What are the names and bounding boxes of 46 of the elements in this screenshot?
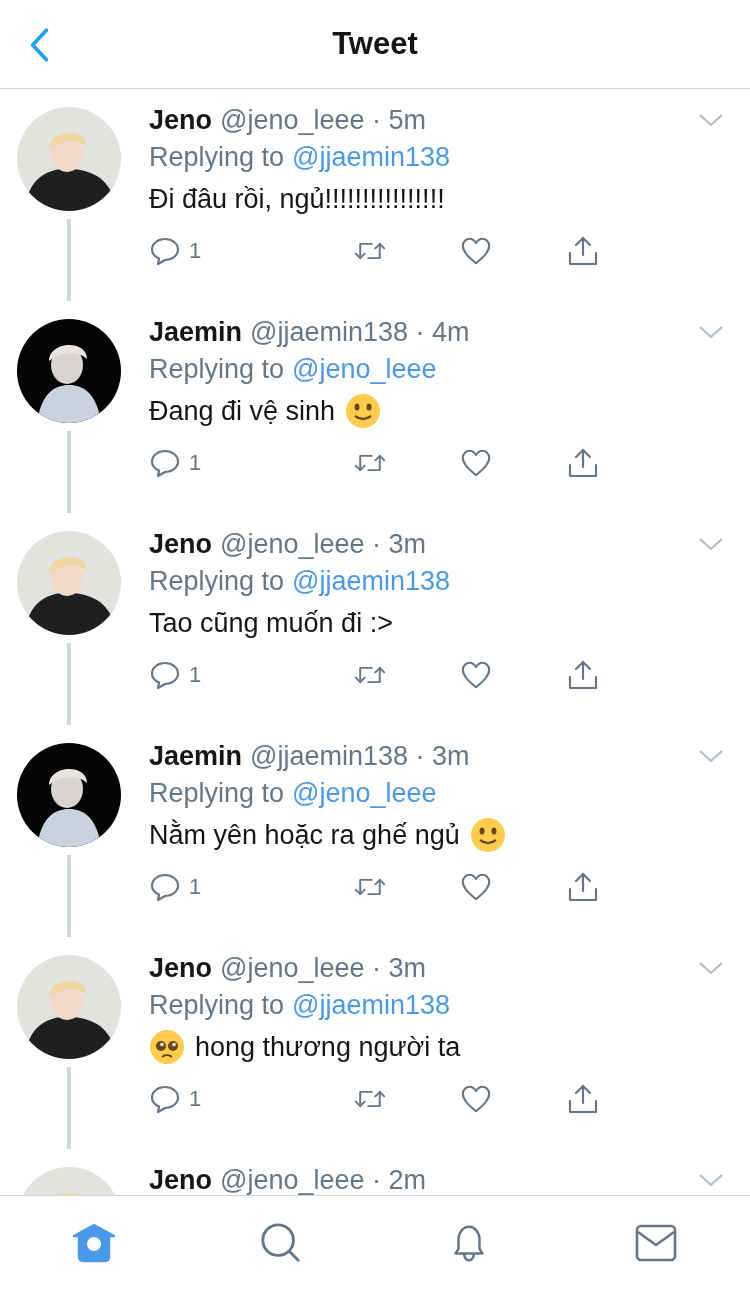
reply-count: 1 <box>189 874 202 900</box>
heart-icon[interactable] <box>460 447 493 479</box>
heart-icon[interactable] <box>460 235 493 267</box>
replying-label: Replying to <box>149 777 285 810</box>
heart-icon[interactable] <box>460 659 493 691</box>
reply-count: 1 <box>189 662 202 688</box>
reply-count: 1 <box>189 450 202 476</box>
reply-icon[interactable] <box>149 1083 181 1115</box>
share-icon[interactable] <box>566 659 599 691</box>
replying-label: Replying to <box>149 353 285 386</box>
reply-icon[interactable] <box>149 659 181 691</box>
author-name[interactable]: Jeno <box>149 527 213 561</box>
author-name[interactable]: Jeno <box>149 1163 213 1195</box>
author-name[interactable]: Jaemin <box>149 739 243 773</box>
share-icon[interactable] <box>566 871 599 903</box>
replying-label: Replying to <box>149 141 285 174</box>
page-title: Tweet <box>332 26 418 62</box>
handle-time: @jjaemin138 · 4m <box>250 316 471 349</box>
share-icon[interactable] <box>566 1083 599 1115</box>
reply-count: 1 <box>189 238 202 264</box>
share-icon[interactable] <box>566 447 599 479</box>
handle-time: @jeno_leee · 3m <box>220 952 428 985</box>
mail-icon[interactable] <box>634 1222 679 1264</box>
heart-icon[interactable] <box>460 1083 493 1115</box>
reply-icon[interactable] <box>149 447 181 479</box>
tweet-text: Nằm yên hoặc ra ghế ngủ <box>149 818 460 852</box>
handle-time: @jeno_leee · 3m <box>220 528 428 561</box>
reply-icon[interactable] <box>149 235 181 267</box>
handle-time: @jjaemin138 · 3m <box>250 740 471 773</box>
tweet-text: Đang đi vệ sinh <box>149 395 336 428</box>
replying-label: Replying to <box>149 565 285 598</box>
author-name[interactable]: Jaemin <box>149 315 243 349</box>
author-name[interactable]: Jeno <box>149 951 213 985</box>
handle-time: @jeno_leee · 2m <box>220 1164 428 1195</box>
handle-time: @jeno_leee · 5m <box>220 104 428 137</box>
tweet-text: Tao cũng muốn đi :> <box>149 607 393 640</box>
share-icon[interactable] <box>566 235 599 267</box>
home-icon[interactable] <box>71 1222 116 1264</box>
tweet-text: hong thương người ta <box>195 1031 461 1064</box>
tweet-text: Đi đâu rồi, ngủ!!!!!!!!!!!!!!!! <box>149 183 445 216</box>
heart-icon[interactable] <box>460 871 493 903</box>
replying-label: Replying to <box>149 989 285 1022</box>
reply-count: 1 <box>189 1086 202 1112</box>
reply-icon[interactable] <box>149 871 181 903</box>
author-name[interactable]: Jeno <box>149 103 213 137</box>
back-icon[interactable] <box>28 27 50 63</box>
